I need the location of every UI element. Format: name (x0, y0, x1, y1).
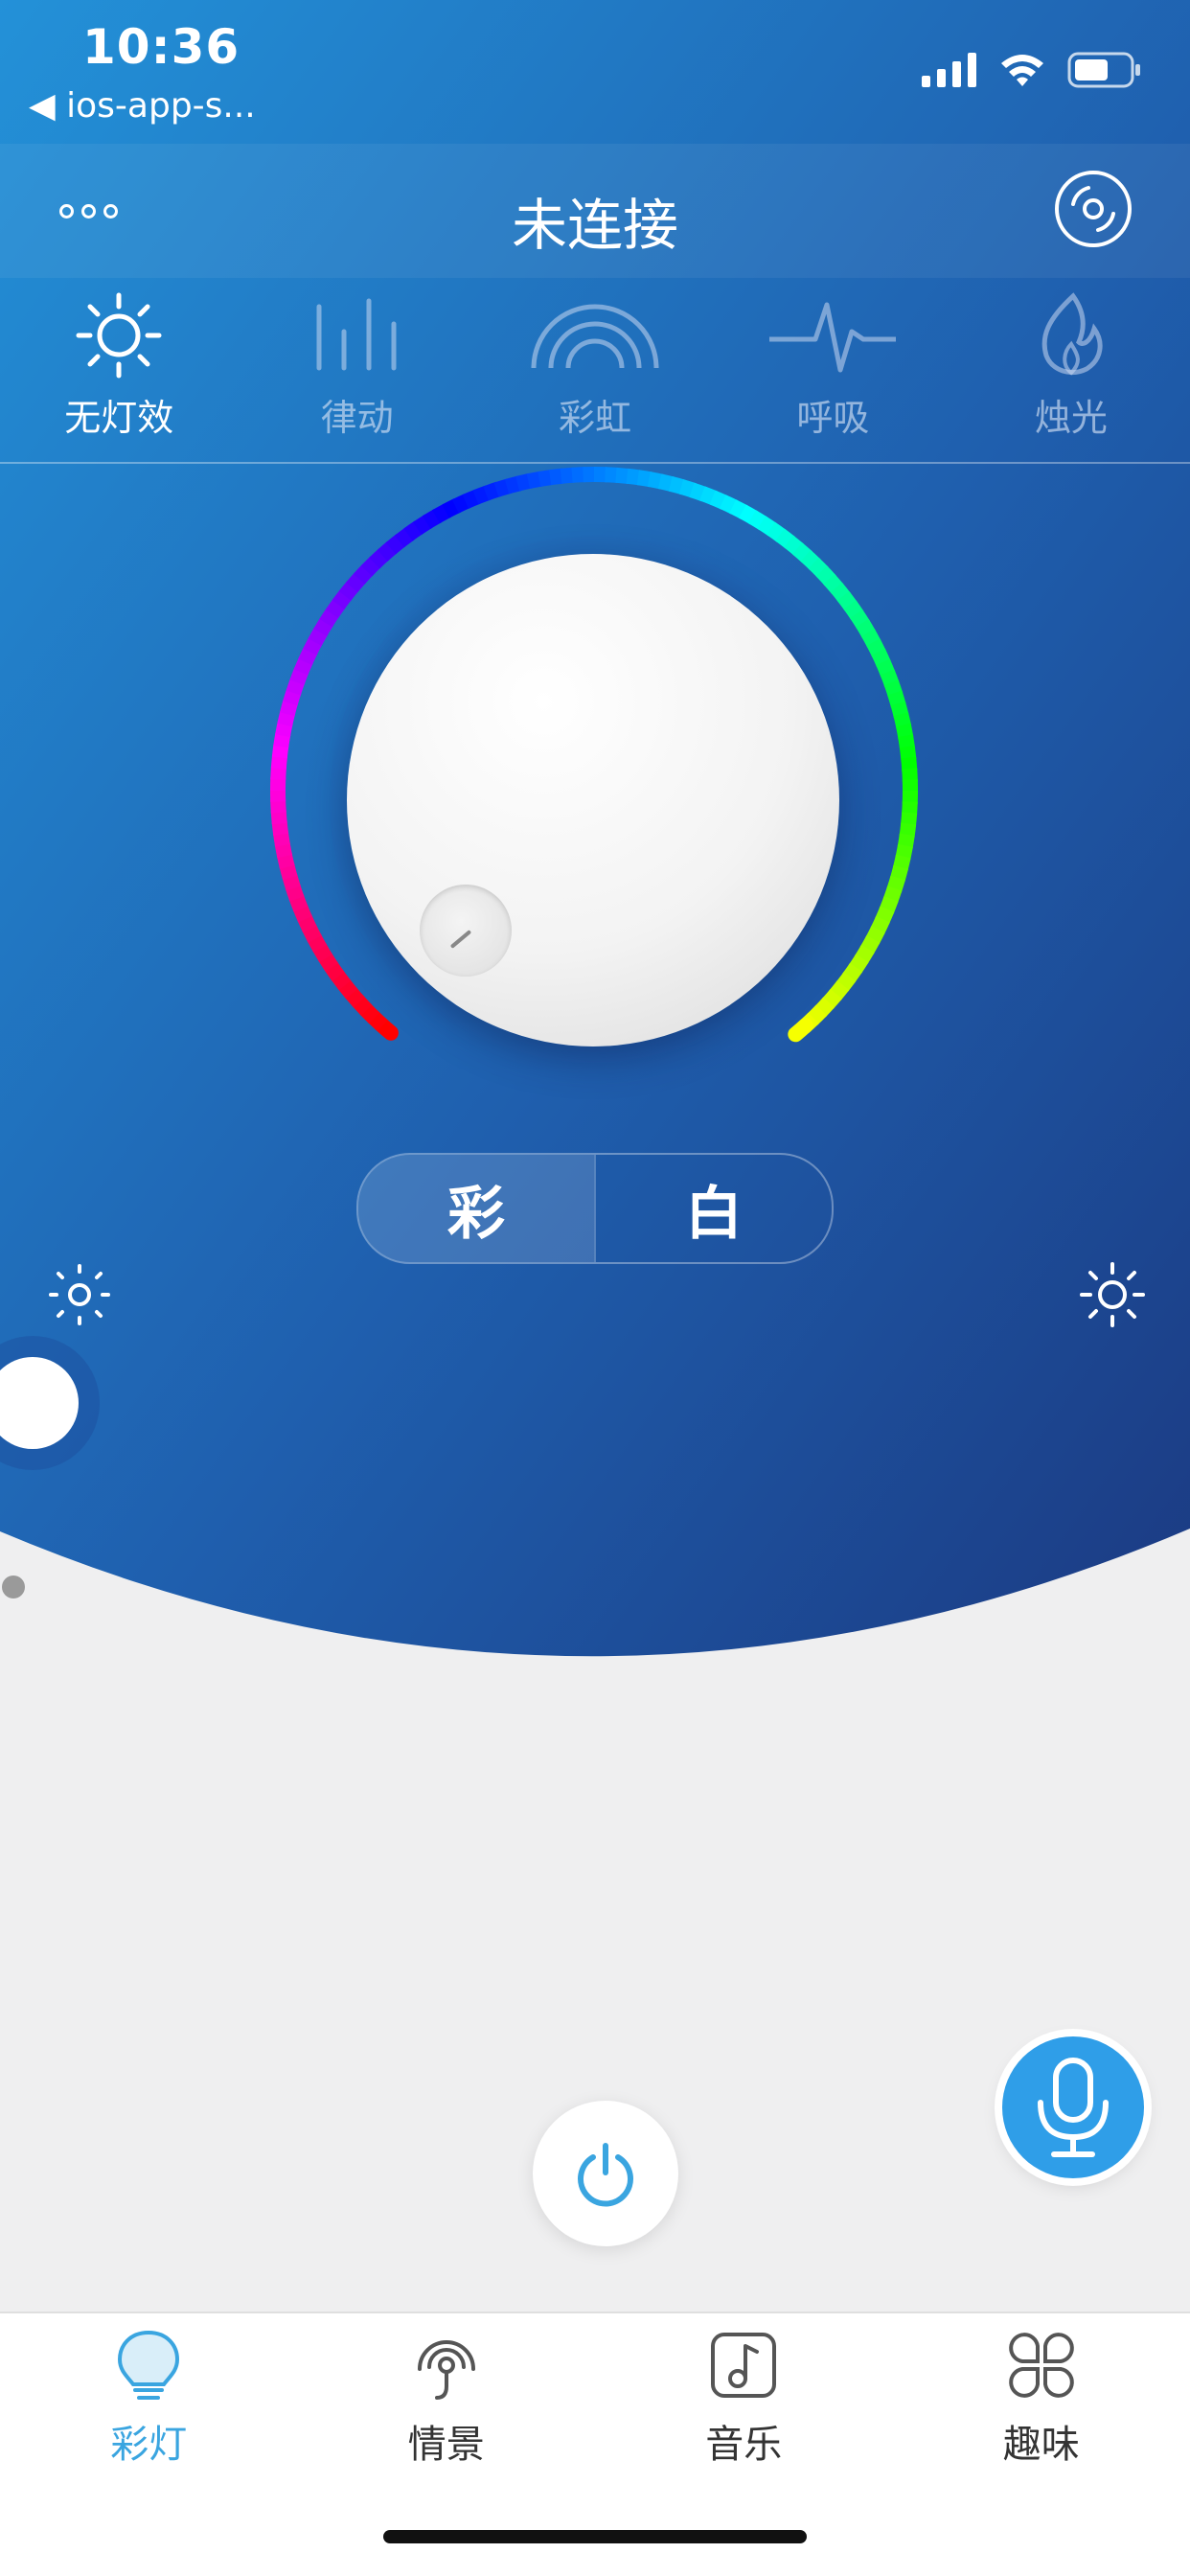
status-icons (922, 52, 1142, 88)
nav-label: 趣味 (1002, 2423, 1080, 2467)
battery-icon (1067, 52, 1140, 88)
music-note-icon (705, 2327, 782, 2404)
nav-label: 情景 (407, 2423, 485, 2467)
status-time: 10:36 (82, 19, 240, 75)
tab-label: 呼吸 (796, 397, 870, 439)
power-icon (578, 2143, 633, 2207)
page-title: 未连接 (511, 193, 678, 258)
app-screen: 10:36 ◀ ios-app-s... 未连接 无灯效 律动 彩虹 呼吸 烛光… (0, 0, 1190, 2576)
bars-icon (290, 289, 424, 380)
assistive-dot[interactable] (2, 1576, 25, 1598)
tab-label: 烛光 (1034, 397, 1108, 439)
signal-icon (922, 53, 976, 87)
tab-label: 彩虹 (559, 397, 632, 439)
power-button[interactable] (533, 2101, 678, 2246)
tab-candle[interactable]: 烛光 (952, 280, 1190, 462)
pulse-icon (766, 289, 900, 380)
tab-breathe[interactable]: 呼吸 (714, 280, 951, 462)
brightness-high-icon (1080, 1262, 1145, 1327)
rainbow-icon (528, 289, 662, 380)
tab-rhythm[interactable]: 律动 (238, 280, 475, 462)
voice-button[interactable] (1002, 2036, 1144, 2178)
effect-tabs: 无灯效 律动 彩虹 呼吸 烛光 (0, 280, 1190, 464)
top-bar: 未连接 (0, 144, 1190, 278)
tab-label: 律动 (320, 397, 394, 439)
sun-icon (52, 289, 186, 380)
wifi-icon (1001, 55, 1043, 86)
four-petal-icon (1003, 2327, 1080, 2404)
bulb-icon (110, 2327, 187, 2404)
tab-no-effect[interactable]: 无灯效 (0, 280, 238, 462)
tab-label: 无灯效 (64, 397, 174, 439)
mode-switch: 彩 白 (356, 1153, 834, 1264)
brightness-low-icon (49, 1264, 110, 1325)
back-to-app-link[interactable]: ◀ ios-app-s... (29, 86, 256, 126)
knob-indicator[interactable] (420, 885, 512, 977)
mode-white-button[interactable]: 白 (594, 1155, 832, 1262)
flame-icon (1004, 289, 1138, 380)
microphone-icon (1038, 2058, 1109, 2157)
hue-ring-segment[interactable] (788, 1018, 813, 1043)
scene-icon (408, 2327, 485, 2404)
disc-icon[interactable] (1052, 168, 1134, 250)
color-knob[interactable] (347, 554, 839, 1046)
mode-color-button[interactable]: 彩 (358, 1155, 594, 1262)
nav-label: 彩灯 (110, 2423, 188, 2467)
tab-rainbow[interactable]: 彩虹 (476, 280, 714, 462)
home-indicator (383, 2530, 807, 2543)
nav-item-lights[interactable]: 彩灯 (0, 2313, 298, 2576)
nav-label: 音乐 (705, 2423, 783, 2467)
nav-item-fun[interactable]: 趣味 (893, 2313, 1190, 2576)
